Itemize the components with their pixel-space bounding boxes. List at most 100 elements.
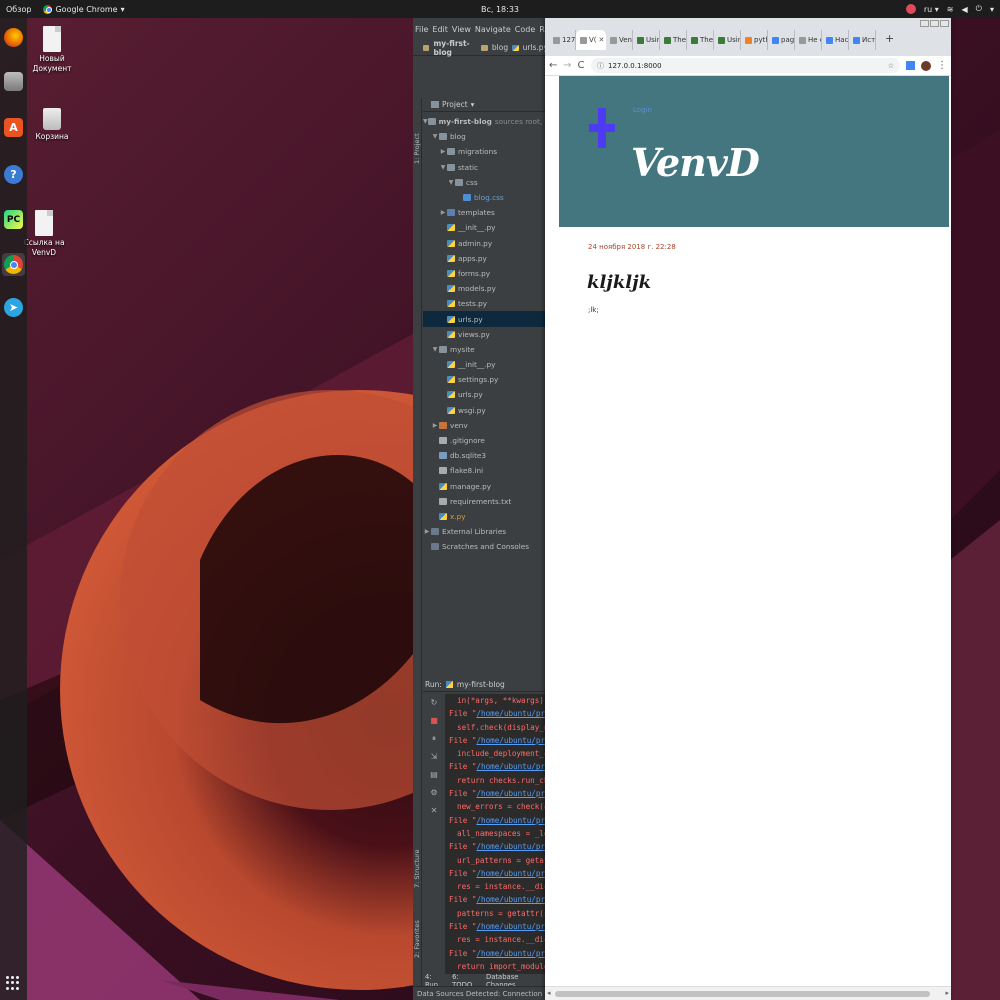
browser-tab[interactable]: Usin: [714, 30, 741, 50]
browser-tab[interactable]: Исто: [849, 30, 876, 50]
tree-item[interactable]: ▶ venv: [423, 418, 548, 433]
chevron-down-icon[interactable]: ▾: [990, 5, 994, 14]
power-icon[interactable]: ⏻: [976, 4, 982, 14]
console-file-link[interactable]: /home/ubuntu/pro: [476, 949, 548, 958]
menu-code[interactable]: Code: [515, 25, 535, 34]
scroll-right-icon[interactable]: ▸: [945, 989, 949, 997]
tree-item[interactable]: blog.css: [423, 190, 548, 205]
dock-item-chrome[interactable]: [2, 253, 25, 276]
chevron-down-icon[interactable]: ▼: [431, 133, 439, 140]
reload-button[interactable]: C: [577, 60, 585, 71]
address-bar[interactable]: ⓘ 127.0.0.1:8000 ☆: [591, 58, 900, 73]
tree-item[interactable]: ▼ static: [423, 160, 548, 175]
info-icon[interactable]: ⓘ: [597, 61, 604, 71]
chevron-down-icon[interactable]: ▼: [447, 179, 455, 186]
browser-tab[interactable]: The: [660, 30, 687, 50]
minimize-icon[interactable]: [920, 20, 929, 27]
tree-item[interactable]: Scratches and Consoles: [423, 539, 548, 554]
structure-tool-tab[interactable]: 7: Structure: [413, 828, 422, 888]
console-file-link[interactable]: /home/ubuntu/pro: [476, 789, 548, 798]
pause-icon[interactable]: ⏸: [423, 730, 445, 748]
dock-item-help[interactable]: ?: [2, 163, 25, 186]
browser-tab[interactable]: Не с: [795, 30, 822, 50]
app-menu[interactable]: Google Chrome ▾: [37, 4, 130, 14]
console-file-link[interactable]: /home/ubuntu/pro: [476, 709, 548, 718]
dock-item-files[interactable]: [2, 70, 25, 93]
tree-item[interactable]: ▶ migrations: [423, 144, 548, 159]
settings-icon[interactable]: ⚙: [423, 784, 445, 802]
activities-button[interactable]: Обзор: [0, 5, 37, 14]
dock-item-software[interactable]: A: [2, 116, 25, 139]
chevron-right-icon[interactable]: ▶: [439, 148, 447, 155]
console-file-link[interactable]: /home/ubuntu/pro: [476, 762, 548, 771]
console-file-link[interactable]: /home/ubuntu/pro: [476, 895, 548, 904]
tree-item[interactable]: __init__.py: [423, 357, 548, 372]
browser-tab[interactable]: Наст: [822, 30, 849, 50]
menu-view[interactable]: View: [452, 25, 471, 34]
tree-item[interactable]: forms.py: [423, 266, 548, 281]
close-icon[interactable]: ✕: [423, 802, 445, 820]
tree-item[interactable]: requirements.txt: [423, 494, 548, 509]
login-link[interactable]: Login: [633, 106, 652, 114]
tree-item[interactable]: apps.py: [423, 251, 548, 266]
chevron-down-icon[interactable]: ▼: [423, 118, 428, 125]
favorites-tool-tab[interactable]: 2: Favorites: [413, 898, 422, 958]
tree-item[interactable]: settings.py: [423, 372, 548, 387]
dock-item-firefox[interactable]: [2, 26, 25, 49]
browser-tab[interactable]: 127.: [549, 30, 576, 50]
google-account-icon[interactable]: [905, 4, 916, 14]
run-config-tab[interactable]: my-first-blog: [457, 680, 505, 689]
tree-item[interactable]: views.py: [423, 327, 548, 342]
tree-item[interactable]: db.sqlite3: [423, 448, 548, 463]
layout-icon[interactable]: ▤: [423, 766, 445, 784]
browser-tab[interactable]: pyth: [741, 30, 768, 50]
keyboard-layout[interactable]: ru ▾: [924, 5, 939, 14]
browser-tab[interactable]: The: [687, 30, 714, 50]
tree-item[interactable]: ▼ blog: [423, 129, 548, 144]
console-file-link[interactable]: /home/ubuntu/pro: [476, 842, 548, 851]
tree-item[interactable]: models.py: [423, 281, 548, 296]
profile-avatar[interactable]: [921, 60, 931, 71]
browser-tab[interactable]: V(✕: [576, 30, 606, 50]
status-message[interactable]: Data Sources Detected: Connection proper…: [417, 990, 548, 998]
tree-item[interactable]: urls.py: [423, 311, 548, 327]
plus-icon[interactable]: [589, 108, 615, 148]
tree-item[interactable]: __init__.py: [423, 220, 548, 235]
browser-tab[interactable]: Usin: [633, 30, 660, 50]
tree-item[interactable]: ▶ templates: [423, 205, 548, 220]
console-file-link[interactable]: /home/ubuntu/pro: [476, 736, 548, 745]
maximize-icon[interactable]: [930, 20, 939, 27]
chrome-menu-icon[interactable]: ⋮: [937, 60, 947, 71]
tree-item[interactable]: tests.py: [423, 296, 548, 311]
menu-navigate[interactable]: Navigate: [475, 25, 511, 34]
horizontal-scrollbar[interactable]: ◂ ▸: [545, 986, 951, 1000]
run-console[interactable]: in(*args, **kwargs) File "/home/ubuntu/pr…: [445, 694, 548, 974]
dock-item-pycharm[interactable]: PC: [2, 208, 25, 231]
tree-item[interactable]: .gitignore: [423, 433, 548, 448]
tree-item[interactable]: flake8.ini: [423, 463, 548, 478]
breadcrumb-folder[interactable]: blog: [492, 43, 508, 52]
desktop-icon-new-document[interactable]: Новый Документ: [27, 26, 77, 74]
system-tray[interactable]: ru ▾ ≋ ◀ ⏻ ▾: [905, 4, 994, 14]
scroll-left-icon[interactable]: ◂: [547, 989, 551, 997]
tab-close-icon[interactable]: ✕: [599, 36, 605, 44]
site-title[interactable]: VenvD: [631, 140, 760, 185]
tree-item[interactable]: ▼ my-first-blogsources root, ~/projects/m: [423, 114, 548, 129]
browser-tab[interactable]: page: [768, 30, 795, 50]
tree-item[interactable]: ▼ mysite: [423, 342, 548, 357]
new-tab-button[interactable]: +: [885, 32, 894, 45]
pin-icon[interactable]: ⇲: [423, 748, 445, 766]
tree-item[interactable]: manage.py: [423, 479, 548, 494]
bookmark-star-icon[interactable]: ☆: [888, 62, 894, 70]
extension-icon[interactable]: [906, 61, 915, 70]
tree-item[interactable]: x.py: [423, 509, 548, 524]
chevron-right-icon[interactable]: ▶: [439, 209, 447, 216]
chevron-down-icon[interactable]: ▼: [439, 164, 447, 171]
post-title[interactable]: kljkljk: [587, 272, 651, 293]
tree-item[interactable]: wsgi.py: [423, 403, 548, 418]
project-tool-tab[interactable]: 1: Project: [413, 104, 422, 164]
tree-item[interactable]: admin.py: [423, 236, 548, 251]
forward-button[interactable]: →: [563, 60, 571, 71]
tree-item[interactable]: ▼ css: [423, 175, 548, 190]
dock-item-telegram[interactable]: ➤: [2, 296, 25, 319]
